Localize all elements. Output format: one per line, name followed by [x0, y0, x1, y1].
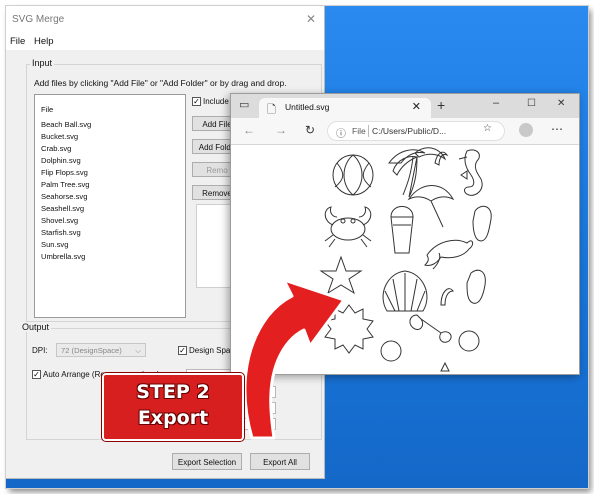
export-arrow — [243, 278, 346, 440]
step-2-badge: STEP 2 Export — [102, 373, 244, 441]
step-badge-line2: Export — [137, 407, 209, 429]
step-badge-line1: STEP 2 — [136, 381, 210, 403]
screenshot-frame: SVG Merge ✕ File Help Input Add files by… — [6, 6, 588, 488]
